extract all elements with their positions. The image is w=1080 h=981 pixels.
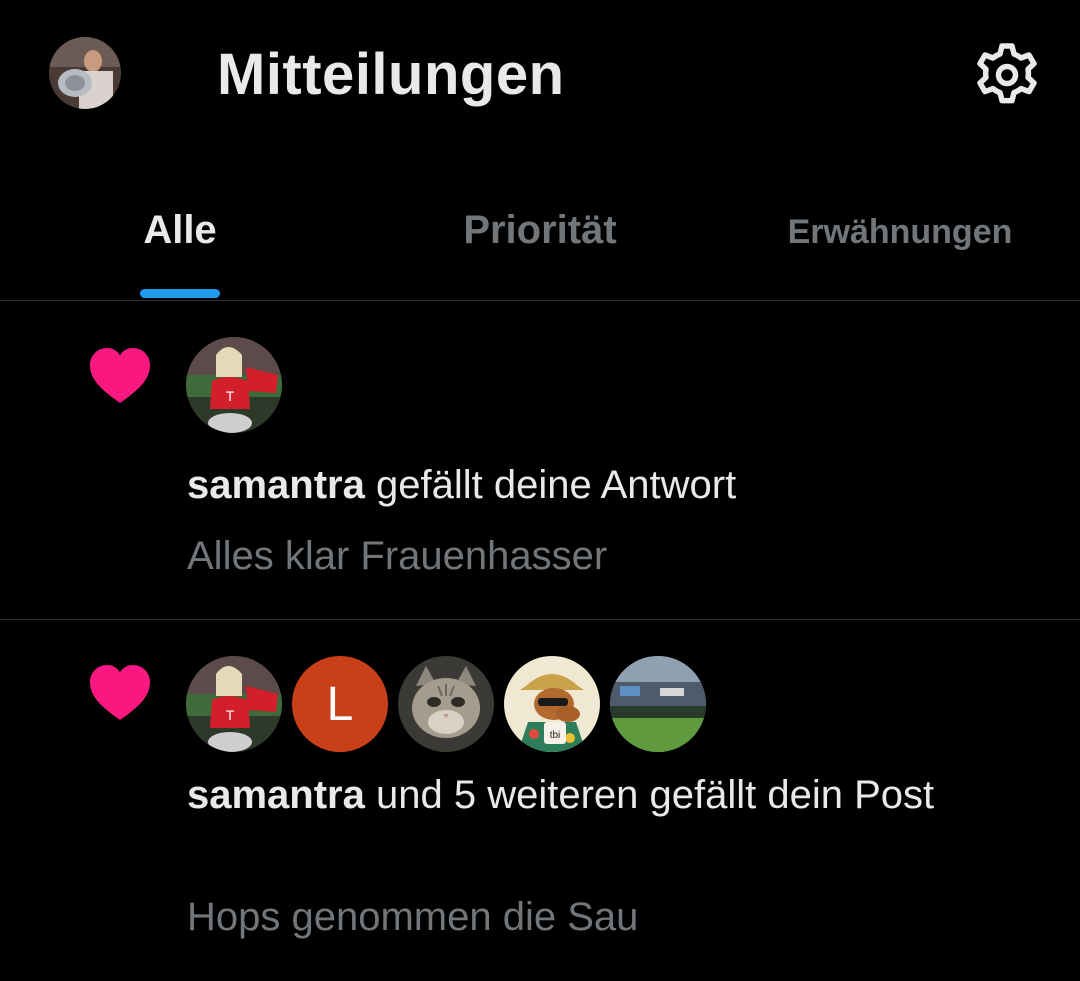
tab-alle[interactable]: Alle — [120, 170, 240, 300]
tab-bar: Alle Priorität Erwähnungen — [0, 170, 1080, 300]
notification-item[interactable]: T L tbi samantra und 5 weiteren gefällt … — [0, 620, 1080, 981]
avatar-stadium[interactable] — [610, 656, 706, 752]
settings-button[interactable] — [972, 40, 1042, 110]
profile-avatar[interactable] — [49, 37, 121, 109]
liker-avatars: T — [186, 337, 282, 433]
svg-text:T: T — [226, 707, 235, 723]
avatar-cat[interactable] — [398, 656, 494, 752]
heart-icon — [88, 664, 152, 722]
avatar-camel[interactable]: tbi — [504, 656, 600, 752]
notification-action: gefällt deine Antwort — [364, 463, 737, 507]
avatar-samantra[interactable]: T — [186, 656, 282, 752]
notification-item[interactable]: T samantra gefällt deine Antwort Alles k… — [0, 301, 1080, 619]
notification-action: und 5 weiteren gefällt dein Post — [364, 773, 935, 817]
tab-prioritaet[interactable]: Priorität — [430, 170, 650, 300]
active-tab-indicator — [140, 289, 220, 298]
avatar-samantra[interactable]: T — [186, 337, 282, 433]
tab-erwaehnungen-label: Erwähnungen — [787, 213, 1013, 251]
svg-text:tbi: tbi — [550, 730, 561, 741]
heart-icon — [88, 347, 152, 405]
notification-text: samantra gefällt deine Antwort — [187, 456, 1007, 514]
profile-avatar-image — [49, 37, 121, 109]
svg-text:T: T — [226, 388, 235, 404]
notification-text: samantra und 5 weiteren gefällt dein Pos… — [187, 766, 1007, 824]
notification-user[interactable]: samantra — [187, 463, 365, 507]
gear-icon — [977, 43, 1037, 104]
page-title: Mitteilungen — [217, 42, 565, 107]
notification-user[interactable]: samantra — [187, 773, 365, 817]
notification-snippet: Hops genommen die Sau — [187, 895, 639, 939]
tab-alle-label: Alle — [143, 208, 217, 252]
tab-prioritaet-label: Priorität — [463, 208, 617, 252]
avatar-l[interactable]: L — [292, 656, 388, 752]
notifications-page: Mitteilungen Alle Priorität Erwähnungen — [0, 0, 1080, 981]
notification-snippet: Alles klar Frauenhasser — [187, 534, 608, 578]
avatar-l-letter: L — [326, 677, 354, 731]
liker-avatars: T L tbi — [186, 656, 706, 752]
top-bar: Mitteilungen — [0, 0, 1080, 150]
tab-erwaehnungen[interactable]: Erwähnungen — [770, 170, 1030, 300]
